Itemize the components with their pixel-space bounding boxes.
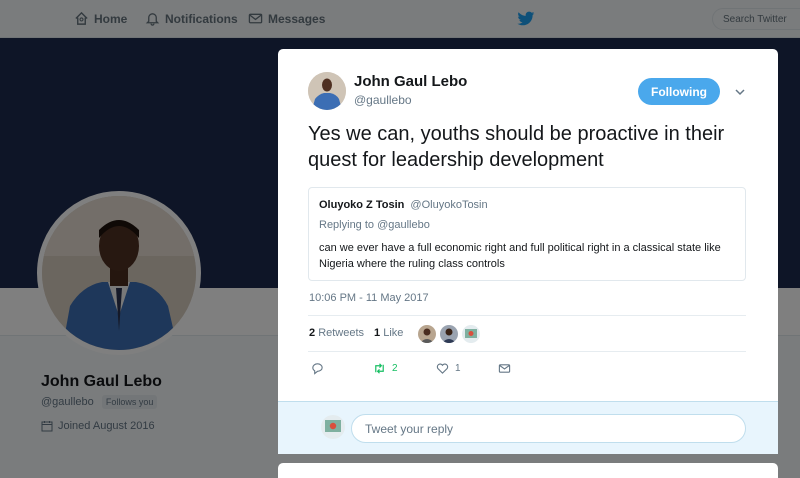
envelope-icon [498, 364, 511, 373]
author-name[interactable]: John Gaul Lebo [354, 73, 467, 90]
likes-label: Like [383, 327, 404, 339]
retweets-count: 2 [309, 327, 316, 339]
quoted-author-name: Oluyoko Z Tosin [319, 199, 405, 211]
likes-stat[interactable]: 1 Like [374, 327, 403, 339]
like-action[interactable]: 1 [436, 362, 461, 375]
likes-count: 1 [374, 327, 381, 339]
tweet-timestamp[interactable]: 10:06 PM - 11 May 2017 [309, 292, 429, 304]
author-avatar[interactable] [308, 72, 346, 110]
tweet-actions: 2 1 [311, 362, 611, 378]
tweet-modal: John Gaul Lebo @gaullebo Following Yes w… [278, 49, 778, 454]
liker-avatar[interactable] [462, 325, 480, 343]
retweet-icon [375, 363, 384, 374]
direct-message-action[interactable] [498, 362, 511, 375]
chevron-down-icon[interactable] [733, 85, 747, 99]
divider [308, 351, 746, 352]
reply-composer [278, 401, 778, 454]
quoted-author-handle: @OluyokoTosin [410, 199, 488, 211]
liker-avatar[interactable] [440, 325, 458, 343]
following-button[interactable]: Following [638, 78, 720, 105]
quoted-tweet[interactable]: Oluyoko Z Tosin @OluyokoTosin Replying t… [308, 187, 746, 281]
retweet-action-count: 2 [392, 363, 398, 374]
like-action-count: 1 [455, 363, 461, 374]
quoted-tweet-text: can we ever have a full economic right a… [319, 242, 721, 270]
current-user-avatar[interactable] [321, 415, 345, 439]
author-avatar-image [308, 72, 346, 110]
retweets-stat[interactable]: 2 Retweets [309, 327, 364, 339]
likers-avatars [418, 325, 480, 343]
author-handle[interactable]: @gaullebo [354, 93, 412, 107]
retweets-label: Retweets [318, 327, 365, 339]
heart-icon [436, 363, 449, 374]
liker-avatar[interactable] [418, 325, 436, 343]
tweet-text: Yes we can, youths should be proactive i… [308, 123, 725, 171]
next-modal-edge [278, 463, 778, 478]
reply-action[interactable] [311, 362, 324, 375]
retweet-action[interactable]: 2 [373, 362, 398, 375]
reply-icon [312, 363, 323, 375]
tweet-stats: 2 Retweets 1 Like [309, 327, 403, 339]
divider [308, 315, 746, 316]
quoted-replying-to: Replying to @gaullebo [319, 219, 430, 231]
reply-input[interactable] [351, 414, 746, 443]
quoted-tweet-author: Oluyoko Z Tosin @OluyokoTosin [319, 199, 488, 211]
